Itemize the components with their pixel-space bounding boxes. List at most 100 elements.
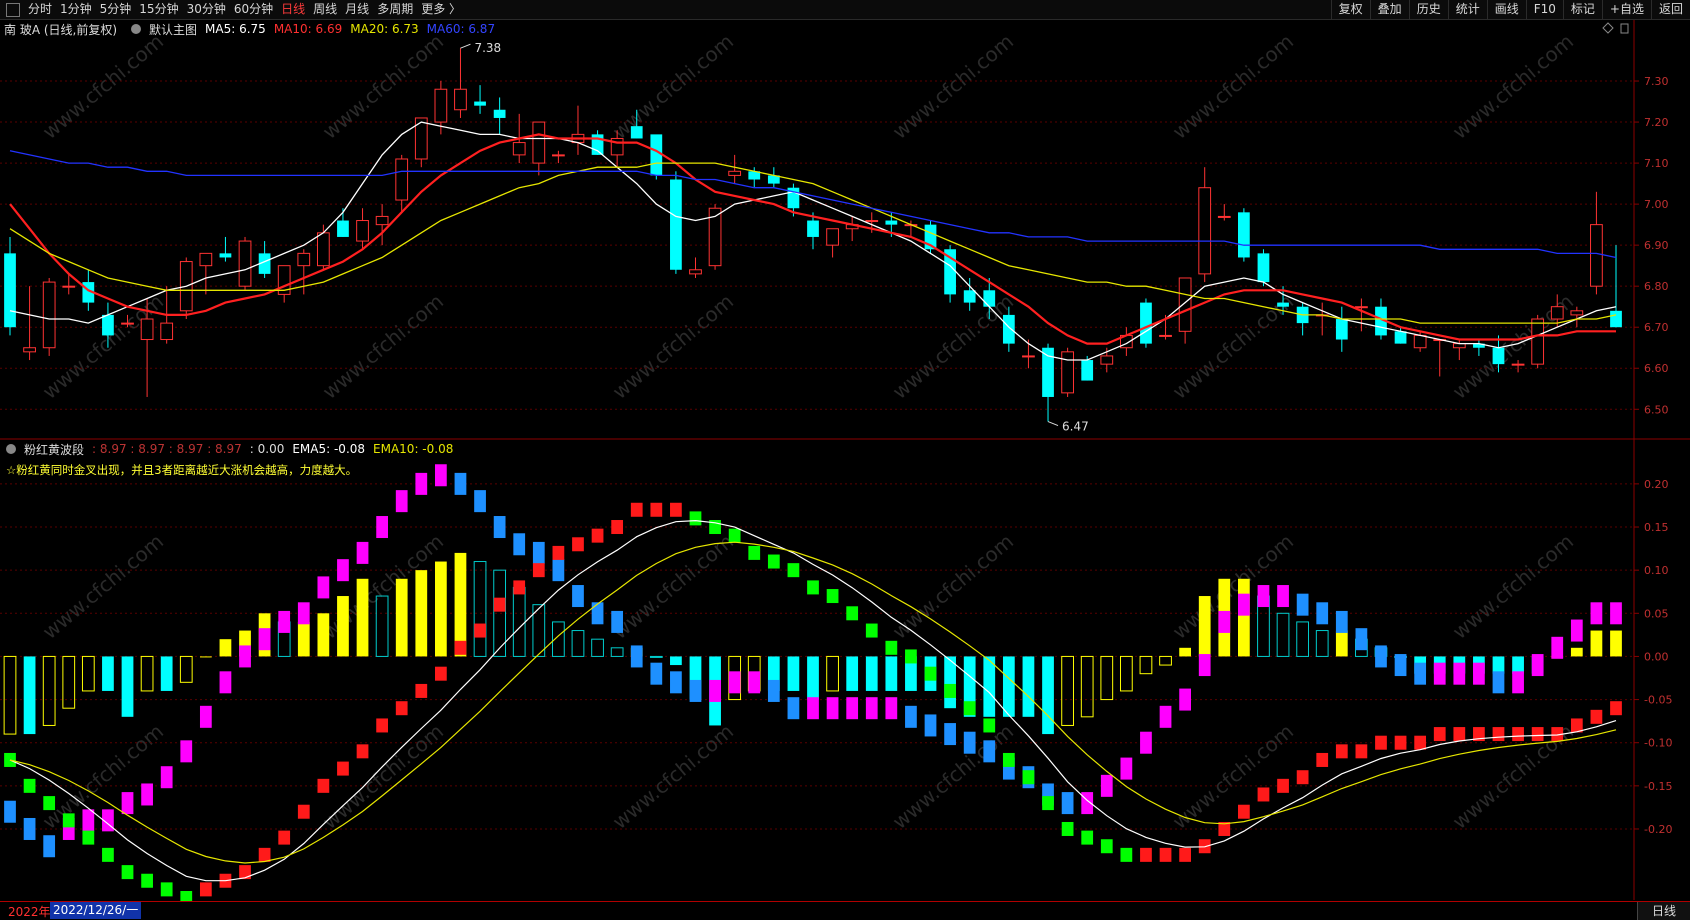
candle-body-up — [532, 121, 546, 164]
signal-dot — [885, 697, 898, 720]
histogram-bar — [1276, 612, 1290, 657]
trend-block — [826, 589, 839, 604]
trend-block — [1100, 839, 1113, 854]
histogram-bar — [337, 596, 349, 657]
histogram-bar — [1590, 630, 1603, 657]
candle-body-up — [23, 347, 36, 353]
trend-block — [1316, 752, 1329, 767]
candle-body-down — [1238, 212, 1250, 258]
trend-block — [82, 830, 95, 845]
candle-body-up — [62, 285, 76, 288]
trend-block — [650, 502, 663, 517]
trend-block — [591, 528, 604, 543]
candle-body-down — [670, 179, 682, 270]
candle-body-up — [42, 281, 56, 349]
candle-body-up — [1413, 334, 1427, 349]
trend-block — [846, 606, 859, 621]
candle-body-up — [395, 158, 409, 201]
candle-body-up — [552, 154, 565, 157]
candle-body-up — [1590, 224, 1603, 287]
signal-dot — [924, 714, 937, 737]
candle-body-down — [630, 126, 643, 139]
histogram-bar — [1198, 596, 1211, 657]
trend-block — [552, 545, 565, 560]
histogram-bar — [415, 570, 428, 657]
histogram-bar — [62, 655, 76, 709]
sub-y-tick-label: 0.20 — [1644, 478, 1669, 491]
candle-body-up — [689, 269, 702, 275]
signal-dot — [728, 671, 741, 694]
watermark-text: www.cfchi.com — [1448, 529, 1578, 644]
histogram-bar — [140, 655, 154, 692]
signal-dot — [141, 783, 153, 806]
trend-block — [376, 718, 388, 733]
signal-dot — [748, 671, 761, 694]
trend-block — [748, 545, 761, 560]
histogram-bar — [1296, 621, 1310, 657]
candle-body-up — [826, 228, 839, 246]
signal-dot — [787, 697, 800, 720]
signal-dot — [905, 705, 917, 728]
signal-dot — [1257, 585, 1270, 608]
signal-dot — [1355, 628, 1368, 651]
signal-dot — [435, 464, 447, 487]
signal-dot — [846, 697, 859, 720]
histogram-bar — [826, 655, 839, 692]
trend-block — [1610, 701, 1622, 716]
signal-dot — [395, 490, 408, 513]
trend-block — [1002, 752, 1015, 767]
trend-block — [1061, 821, 1074, 836]
trend-block — [199, 882, 212, 897]
candle-body-up — [356, 220, 369, 242]
histogram-bar — [1512, 656, 1524, 674]
histogram-bar — [512, 586, 526, 657]
trend-block — [258, 847, 271, 862]
signal-dot — [807, 697, 819, 720]
histogram-bar — [1159, 655, 1172, 666]
main-y-tick-label: 6.70 — [1644, 321, 1669, 334]
panel-max-icon — [1620, 23, 1629, 34]
histogram-bar — [199, 656, 212, 658]
histogram-bar — [1492, 656, 1505, 674]
histogram-bar — [1139, 655, 1153, 675]
candle-body-up — [238, 240, 252, 287]
signal-dot — [552, 559, 565, 582]
period-switch-button[interactable]: 日线 — [1637, 902, 1690, 920]
high-price-label: 7.38 — [474, 41, 501, 55]
signal-dot — [963, 731, 976, 754]
trend-block — [1179, 847, 1191, 862]
signal-dot — [356, 541, 369, 564]
candle-body-up — [1570, 310, 1584, 316]
signal-dot — [611, 610, 624, 633]
trend-block — [1335, 744, 1348, 759]
candle-body-down — [1277, 302, 1289, 307]
trend-block — [239, 865, 251, 880]
histogram-bar — [121, 656, 134, 717]
signal-dot — [278, 610, 291, 633]
signal-dot — [297, 602, 310, 625]
trend-block — [572, 537, 584, 552]
signal-dot — [1551, 636, 1564, 659]
watermark-text: www.cfchi.com — [1168, 29, 1298, 144]
trend-block — [1512, 727, 1524, 742]
candle-body-down — [474, 101, 486, 106]
signal-dot — [454, 472, 467, 495]
histogram-bar — [846, 656, 859, 691]
chart-area[interactable]: www.cfchi.com www.cfchi.com www.cfchi.com w… — [0, 0, 1690, 919]
trend-block — [1394, 735, 1407, 750]
signal-dot — [317, 576, 330, 599]
signal-dot — [944, 723, 956, 746]
signal-dot — [650, 662, 663, 685]
histogram-bar — [23, 656, 36, 735]
trend-block — [317, 778, 330, 793]
trend-block — [767, 554, 780, 569]
candle-body-up — [865, 220, 879, 223]
signal-dot — [826, 697, 839, 720]
trend-block — [1238, 804, 1250, 819]
signal-dot — [43, 835, 56, 858]
signal-dot — [493, 516, 506, 539]
signal-dot — [709, 679, 721, 702]
main-y-tick-label: 6.60 — [1644, 362, 1669, 375]
trend-block — [454, 640, 467, 655]
signal-dot — [1473, 662, 1485, 685]
